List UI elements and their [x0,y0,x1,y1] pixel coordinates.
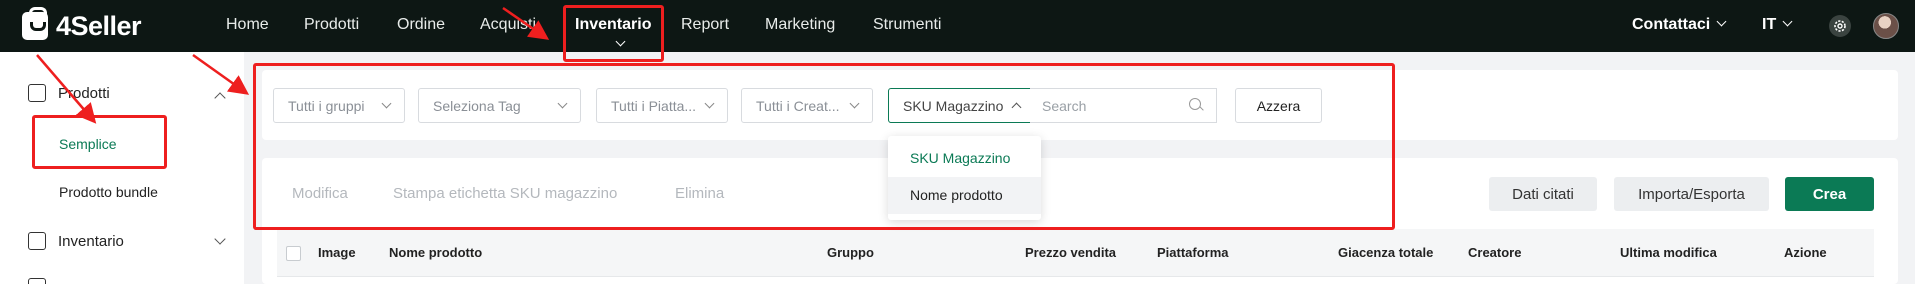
column-header-group: Gruppo [827,245,874,260]
cited-data-button[interactable]: Dati citati [1489,177,1597,211]
create-button[interactable]: Crea [1785,177,1874,211]
sidebar-group-partial[interactable] [28,278,46,284]
language-label: IT [1762,16,1777,33]
sidebar-group-label: Prodotti [58,84,110,102]
column-header-total-stock: Giacenza totale [1338,245,1434,260]
top-navigation-bar: 4Seller Home Prodotti Ordine Acquisti In… [0,0,1915,52]
logo[interactable]: 4Seller [22,7,142,41]
shopping-bag-icon [22,7,48,40]
column-header-creator: Creatore [1468,245,1522,260]
column-header-action: Azione [1784,245,1827,260]
gear-icon [1834,20,1846,32]
select-all-checkbox[interactable] [286,246,301,261]
import-export-button[interactable]: Importa/Esporta [1614,177,1769,211]
menu-icon [28,278,46,284]
sidebar-group-inventario[interactable]: Inventario [28,232,124,250]
contact-menu[interactable]: Contattaci [1632,16,1727,34]
avatar[interactable] [1873,13,1899,39]
settings-button[interactable] [1829,15,1851,37]
nav-item-home[interactable]: Home [226,16,269,34]
column-header-sale-price: Prezzo vendita [1025,245,1117,260]
highlight-filter-area [253,63,1395,230]
highlight-sidebar-semplice [32,115,167,169]
column-header-platform: Piattaforma [1157,245,1229,260]
highlight-nav-inventario [563,5,664,62]
sidebar-item-prodotto-bundle[interactable]: Prodotto bundle [59,184,158,200]
nav-item-report[interactable]: Report [681,16,729,34]
chevron-down-icon[interactable] [214,233,226,245]
column-header-product-name: Nome prodotto [389,245,483,260]
nav-item-marketing[interactable]: Marketing [765,16,835,34]
inventory-icon [28,232,46,250]
chevron-down-icon [1716,16,1727,27]
contact-label: Contattaci [1632,16,1711,33]
language-selector[interactable]: IT [1762,16,1793,34]
sidebar-group-label: Inventario [58,232,124,250]
sidebar-group-prodotti[interactable]: Prodotti [28,84,110,102]
nav-item-prodotti[interactable]: Prodotti [304,16,359,34]
chevron-down-icon [1782,16,1793,27]
column-header-image: Image [318,245,356,260]
column-header-last-modified: Ultima modifica [1620,245,1717,260]
brand-name: 4Seller [56,10,142,41]
chevron-up-icon[interactable] [214,92,226,104]
nav-item-strumenti[interactable]: Strumenti [873,16,941,34]
product-box-icon [28,84,46,102]
nav-item-acquisti[interactable]: Acquisti [480,16,536,34]
nav-item-ordine[interactable]: Ordine [397,16,445,34]
